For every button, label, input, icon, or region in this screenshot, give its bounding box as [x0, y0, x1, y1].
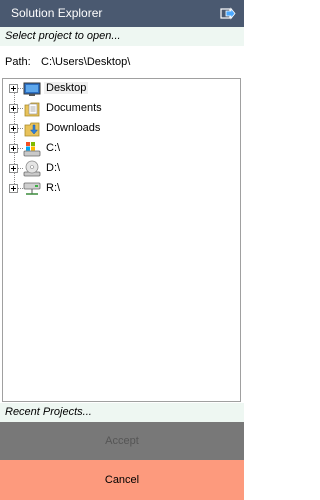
- title-bar: Solution Explorer: [0, 0, 244, 27]
- tree-item-label: C:\: [46, 142, 61, 154]
- tree-item-desktop[interactable]: Desktop: [3, 79, 233, 99]
- expand-icon[interactable]: [9, 184, 18, 193]
- pin-icon[interactable]: [220, 7, 236, 20]
- desktop-icon: [23, 82, 41, 96]
- recent-projects-toggle[interactable]: Recent Projects...: [0, 403, 244, 422]
- tree-item-r-drive[interactable]: R:\: [3, 179, 233, 199]
- folder-tree[interactable]: Desktop Documents Downloads C:\ D:\ R:\: [2, 78, 241, 402]
- expand-icon[interactable]: [9, 164, 18, 173]
- network-drive-icon: [23, 182, 41, 195]
- path-row: Path: C:\Users\Desktop\: [0, 46, 244, 78]
- tree-item-label: D:\: [46, 162, 61, 174]
- tree-item-downloads[interactable]: Downloads: [3, 119, 233, 139]
- tree-item-label: Documents: [46, 102, 102, 114]
- expand-icon[interactable]: [9, 144, 18, 153]
- tree-item-label: Desktop: [44, 82, 89, 94]
- cancel-button[interactable]: Cancel: [0, 460, 244, 500]
- path-value: C:\Users\Desktop\: [41, 56, 131, 68]
- tree-item-label: Downloads: [46, 122, 101, 134]
- tree-item-c-drive[interactable]: C:\: [3, 139, 233, 159]
- expand-icon[interactable]: [9, 124, 18, 133]
- tree-item-d-drive[interactable]: D:\: [3, 159, 233, 179]
- tree-item-label: R:\: [46, 182, 61, 194]
- window-title: Solution Explorer: [11, 6, 103, 20]
- downloads-icon: [24, 122, 40, 137]
- expand-icon[interactable]: [9, 104, 18, 113]
- cd-drive-icon: [23, 160, 41, 177]
- accept-button[interactable]: Accept: [0, 422, 244, 460]
- system-drive-icon: [23, 142, 41, 157]
- expand-icon[interactable]: [9, 84, 18, 93]
- tree-item-documents[interactable]: Documents: [3, 99, 233, 119]
- path-label: Path:: [5, 56, 31, 68]
- select-project-hint: Select project to open...: [0, 27, 244, 46]
- documents-icon: [24, 102, 40, 117]
